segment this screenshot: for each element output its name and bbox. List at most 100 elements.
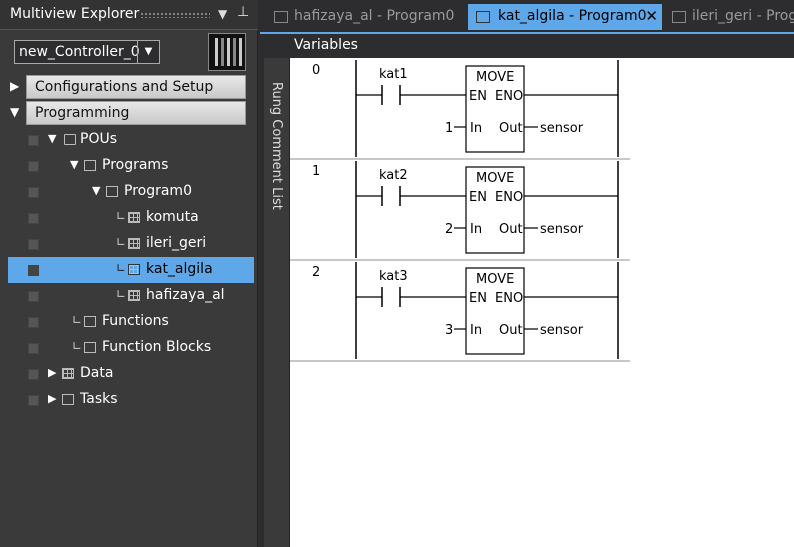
- function-blocks-icon: [84, 342, 96, 353]
- tree-checkbox[interactable]: [28, 135, 39, 146]
- expand-arrow-icon[interactable]: ▶: [10, 79, 19, 93]
- tree-item-ileri-geri[interactable]: ∟ ileri_geri: [8, 231, 254, 257]
- collapse-arrow-icon[interactable]: ▼: [92, 184, 100, 197]
- variables-bar[interactable]: Variables: [260, 32, 794, 58]
- tree-connector-icon: ∟: [116, 287, 127, 301]
- tree-checkbox[interactable]: [28, 395, 39, 406]
- tree-item-label: Programs: [102, 157, 169, 173]
- in-value: 1: [445, 121, 453, 136]
- out-label: Out: [499, 222, 523, 237]
- tree-item-tasks[interactable]: ▶ Tasks: [8, 387, 254, 413]
- tree-checkbox[interactable]: [28, 343, 39, 354]
- section-icon: [128, 238, 140, 249]
- tree-item-label: Data: [80, 365, 114, 381]
- in-label: In: [470, 121, 482, 136]
- tab-ileri-geri[interactable]: ileri_geri - Prog: [664, 4, 794, 30]
- tree-connector-icon: ∟: [72, 313, 83, 327]
- ladder-diagram: 0 kat1 MOVE EN ENO In Out 1 sensor 1 kat2 MOVE EN ENO…: [290, 60, 630, 362]
- out-label: Out: [499, 323, 523, 338]
- programs-icon: [84, 160, 96, 171]
- tree-item-label: kat_algila: [146, 261, 213, 277]
- explorer-titlebar: Multiview Explorer ▼ ⊥: [0, 0, 258, 30]
- tree-item-label: POUs: [80, 131, 118, 147]
- ladder-icon: [672, 11, 686, 23]
- section-button[interactable]: Configurations and Setup: [26, 75, 246, 99]
- block-name: MOVE: [476, 171, 514, 186]
- chevron-down-icon[interactable]: ▼: [137, 41, 159, 63]
- controller-select[interactable]: new_Controller_0 ▼: [14, 40, 160, 64]
- en-label: EN: [469, 291, 487, 306]
- contact-label: kat3: [379, 269, 408, 284]
- tree-item-hafizaya-al[interactable]: ∟ hafizaya_al: [8, 283, 254, 309]
- multiview-explorer-panel: Multiview Explorer ▼ ⊥ new_Controller_0 …: [0, 0, 258, 547]
- in-label: In: [470, 222, 482, 237]
- tree-checkbox[interactable]: [28, 291, 39, 302]
- expand-arrow-icon[interactable]: ▶: [48, 366, 56, 379]
- tree-connector-icon: ∟: [116, 261, 127, 275]
- en-label: EN: [469, 190, 487, 205]
- tree-item-komuta[interactable]: ∟ komuta: [8, 205, 254, 231]
- explorer-title: Multiview Explorer: [10, 6, 140, 22]
- tree-item-label: Function Blocks: [102, 339, 212, 355]
- tree-checkbox[interactable]: [28, 187, 39, 198]
- rung-comment-list-strip[interactable]: Rung Comment List: [264, 58, 290, 547]
- rung-number: 1: [312, 164, 320, 179]
- eno-label: ENO: [495, 190, 523, 205]
- tree-item-kat-algila[interactable]: ∟ kat_algila: [8, 257, 254, 283]
- variables-label: Variables: [294, 37, 358, 53]
- panel-grip[interactable]: [140, 12, 210, 18]
- ladder-icon: [476, 11, 490, 23]
- tab-hafizaya-al[interactable]: hafizaya_al - Program0: [266, 4, 466, 30]
- collapse-arrow-icon[interactable]: ▼: [10, 105, 19, 119]
- tree-item-label: Tasks: [80, 391, 118, 407]
- eno-label: ENO: [495, 291, 523, 306]
- contact-label: kat2: [379, 168, 408, 183]
- dropdown-arrow-icon[interactable]: ▼: [218, 7, 227, 21]
- out-value: sensor: [540, 121, 584, 136]
- collapse-arrow-icon[interactable]: ▼: [48, 132, 56, 145]
- tree-checkbox[interactable]: [28, 213, 39, 224]
- expand-arrow-icon[interactable]: ▶: [48, 392, 56, 405]
- tab-label: hafizaya_al - Program0: [294, 8, 455, 24]
- tree-item-data[interactable]: ▶ Data: [8, 361, 254, 387]
- tree-item-program0[interactable]: ▼ Program0: [8, 179, 254, 205]
- in-value: 3: [445, 323, 453, 338]
- in-value: 2: [445, 222, 453, 237]
- functions-icon: [84, 316, 96, 327]
- collapse-arrow-icon[interactable]: ▼: [70, 158, 78, 171]
- block-name: MOVE: [476, 272, 514, 287]
- tree-checkbox[interactable]: [28, 265, 39, 276]
- tree-item-label: Program0: [124, 183, 192, 199]
- tree-item-programs[interactable]: ▼ Programs: [8, 153, 254, 179]
- out-label: Out: [499, 121, 523, 136]
- tree-checkbox[interactable]: [28, 161, 39, 172]
- rung-comment-list-label: Rung Comment List: [269, 82, 284, 210]
- tree-checkbox[interactable]: [28, 239, 39, 250]
- section-configurations[interactable]: ▶ Configurations and Setup: [8, 75, 248, 99]
- tab-label: ileri_geri - Prog: [692, 8, 794, 24]
- program-icon: [106, 186, 118, 197]
- tree-item-functions[interactable]: ∟ Functions: [8, 309, 254, 335]
- block-name: MOVE: [476, 70, 514, 85]
- section-programming[interactable]: ▼ Programming: [8, 101, 248, 125]
- tab-kat-algila[interactable]: kat_algila - Program0 ✕: [468, 4, 662, 30]
- pin-icon[interactable]: ⊥: [237, 4, 249, 20]
- section-label: Programming: [35, 105, 130, 121]
- section-icon: [128, 264, 140, 275]
- section-button[interactable]: Programming: [26, 101, 246, 125]
- tree-item-label: hafizaya_al: [146, 287, 225, 303]
- rung-number: 2: [312, 265, 320, 280]
- tree-item-function-blocks[interactable]: ∟ Function Blocks: [8, 335, 254, 361]
- document-icon: [64, 134, 76, 145]
- tree-connector-icon: ∟: [116, 235, 127, 249]
- tree-item-pous[interactable]: ▼ POUs: [8, 127, 254, 153]
- eno-label: ENO: [495, 89, 523, 104]
- tree-checkbox[interactable]: [28, 369, 39, 380]
- tree-connector-icon: ∟: [116, 209, 127, 223]
- contact-label: kat1: [379, 67, 408, 82]
- ladder-editor[interactable]: 0 kat1 MOVE EN ENO In Out 1 sensor 1 kat2 MOVE EN ENO…: [290, 58, 794, 547]
- close-icon[interactable]: ✕: [645, 7, 658, 25]
- rung-number: 0: [312, 63, 320, 78]
- section-label: Configurations and Setup: [35, 79, 214, 95]
- tree-checkbox[interactable]: [28, 317, 39, 328]
